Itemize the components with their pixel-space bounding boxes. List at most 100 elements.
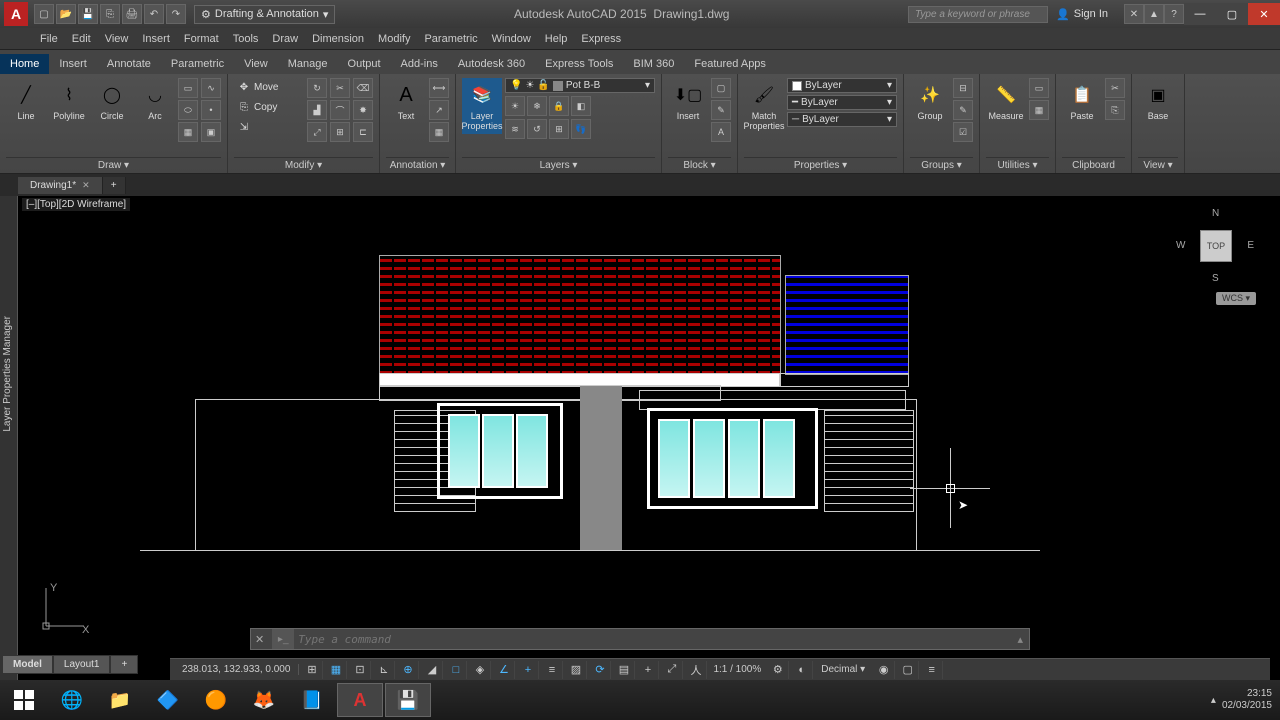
viewcube-n[interactable]: N — [1212, 208, 1219, 219]
spline-icon[interactable]: ∿ — [201, 78, 221, 98]
isolate-icon[interactable]: ◉ — [873, 661, 895, 679]
erase-icon[interactable]: ⌫ — [353, 78, 373, 98]
menu-dimension[interactable]: Dimension — [312, 33, 364, 45]
edit-block-icon[interactable]: ✎ — [711, 100, 731, 120]
osnap-icon[interactable]: □ — [445, 661, 467, 679]
app-logo[interactable]: A — [4, 2, 28, 26]
minimize-button[interactable]: — — [1184, 3, 1216, 25]
view-cube[interactable]: N S E W TOP — [1176, 206, 1256, 286]
lineweight-dropdown[interactable]: ━ByLayer▾ — [787, 95, 897, 110]
coordinates[interactable]: 238.013, 132.933, 0.000 — [174, 664, 299, 675]
menu-insert[interactable]: Insert — [142, 33, 170, 45]
new-icon[interactable]: ▢ — [34, 4, 54, 24]
taskbar-firefox[interactable]: 🦊 — [241, 683, 287, 717]
viewcube-face[interactable]: TOP — [1200, 230, 1232, 262]
cmd-prompt-icon[interactable]: ▸_ — [272, 629, 294, 649]
hatch-icon[interactable]: ▦ — [178, 122, 198, 142]
create-block-icon[interactable]: ▢ — [711, 78, 731, 98]
a360-icon[interactable]: ▲ — [1144, 4, 1164, 24]
model-tab[interactable]: Model — [2, 655, 53, 674]
grid-icon[interactable]: ▦ — [325, 661, 347, 679]
wcs-dropdown[interactable]: WCS ▾ — [1216, 292, 1256, 305]
layer-freeze-icon[interactable]: ❄ — [527, 96, 547, 116]
drawing-area[interactable]: Layer Properties Manager [–][Top][2D Wir… — [0, 196, 1280, 680]
tab-home[interactable]: Home — [0, 54, 49, 74]
tab-output[interactable]: Output — [338, 54, 391, 74]
layers-panel-title[interactable]: Layers ▾ — [462, 157, 655, 173]
draw-panel-title[interactable]: Draw ▾ — [6, 157, 221, 173]
offset-icon[interactable]: ⊏ — [353, 122, 373, 142]
hw-icon[interactable]: ◐ — [791, 661, 813, 679]
plot-icon[interactable]: 🖨 — [122, 4, 142, 24]
snap-icon[interactable]: ⊡ — [349, 661, 371, 679]
units-dropdown[interactable]: Decimal ▾ — [815, 664, 871, 675]
menu-file[interactable]: File — [40, 33, 58, 45]
viewcube-w[interactable]: W — [1176, 240, 1185, 251]
close-button[interactable]: ✕ — [1248, 3, 1280, 25]
viewcube-e[interactable]: E — [1247, 240, 1254, 251]
taskbar-autocad[interactable]: A — [337, 683, 383, 717]
clock[interactable]: 23:1502/03/2015 — [1222, 688, 1272, 712]
groups-panel-title[interactable]: Groups ▾ — [910, 157, 973, 173]
color-dropdown[interactable]: ByLayer▾ — [787, 78, 897, 93]
viewcube-s[interactable]: S — [1212, 273, 1219, 284]
cmd-close-icon[interactable]: ✕ — [251, 633, 268, 646]
tab-express[interactable]: Express Tools — [535, 54, 623, 74]
circle-button[interactable]: ◯Circle — [92, 78, 132, 124]
viewport-label[interactable]: [–][Top][2D Wireframe] — [22, 198, 130, 211]
maximize-button[interactable]: ▢ — [1216, 3, 1248, 25]
taskbar-explorer[interactable]: 📁 — [97, 683, 143, 717]
taskbar-ie[interactable]: 🌐 — [49, 683, 95, 717]
insert-block-button[interactable]: ⬇▢Insert — [668, 78, 708, 124]
tab-a360[interactable]: Autodesk 360 — [448, 54, 535, 74]
cycle-icon[interactable]: ⟳ — [589, 661, 611, 679]
tab-bim360[interactable]: BIM 360 — [623, 54, 684, 74]
dyn-icon[interactable]: + — [517, 661, 539, 679]
scale-icon[interactable]: ⤢ — [307, 122, 327, 142]
tab-featured[interactable]: Featured Apps — [684, 54, 776, 74]
dim-icon[interactable]: ⟷ — [429, 78, 449, 98]
annotation-panel-title[interactable]: Annotation ▾ — [386, 157, 449, 173]
line-button[interactable]: ╱Line — [6, 78, 46, 124]
cleanscreen-icon[interactable]: ▢ — [897, 661, 919, 679]
ellipse-icon[interactable]: ⬭ — [178, 100, 198, 120]
polyline-button[interactable]: ⌇Polyline — [49, 78, 89, 124]
annoscale-icon[interactable]: 人 — [685, 661, 707, 679]
text-button[interactable]: AText — [386, 78, 426, 124]
menu-format[interactable]: Format — [184, 33, 219, 45]
move-button[interactable]: ✥Move — [234, 78, 304, 96]
signin-button[interactable]: 👤 Sign In — [1056, 8, 1108, 21]
layer-iso-icon[interactable]: ◧ — [571, 96, 591, 116]
copy-button[interactable]: ⎘Copy — [234, 98, 304, 116]
save-icon[interactable]: 💾 — [78, 4, 98, 24]
rect-icon[interactable]: ▭ — [178, 78, 198, 98]
saveas-icon[interactable]: ⎘ — [100, 4, 120, 24]
modelspace-icon[interactable]: ⊞ — [301, 661, 323, 679]
region-icon[interactable]: ▣ — [201, 122, 221, 142]
taskbar-app1[interactable]: 🔷 — [145, 683, 191, 717]
leader-icon[interactable]: ↗ — [429, 100, 449, 120]
view-panel-title[interactable]: View ▾ — [1138, 157, 1178, 173]
layer-walk-icon[interactable]: 👣 — [571, 119, 591, 139]
exchange-icon[interactable]: ✕ — [1124, 4, 1144, 24]
layer-lock-icon[interactable]: 🔒 — [549, 96, 569, 116]
menu-tools[interactable]: Tools — [233, 33, 259, 45]
open-icon[interactable]: 📂 — [56, 4, 76, 24]
menu-modify[interactable]: Modify — [378, 33, 410, 45]
tab-manage[interactable]: Manage — [278, 54, 338, 74]
command-input[interactable] — [298, 633, 1011, 646]
redo-icon[interactable]: ↷ — [166, 4, 186, 24]
menu-parametric[interactable]: Parametric — [424, 33, 477, 45]
menu-view[interactable]: View — [105, 33, 129, 45]
match-properties-button[interactable]: 🖌Match Properties — [744, 78, 784, 134]
stretch-button[interactable]: ⇲ — [234, 118, 304, 136]
paste-button[interactable]: 📋Paste — [1062, 78, 1102, 124]
layer-manager-palette[interactable]: Layer Properties Manager — [0, 196, 18, 680]
point-icon[interactable]: • — [201, 100, 221, 120]
menu-window[interactable]: Window — [492, 33, 531, 45]
array-icon[interactable]: ⊞ — [330, 122, 350, 142]
ortho-icon[interactable]: ⊾ — [373, 661, 395, 679]
layer-off-icon[interactable]: ☀ — [505, 96, 525, 116]
tab-addins[interactable]: Add-ins — [391, 54, 448, 74]
autoscale-icon[interactable]: ⤢ — [661, 661, 683, 679]
